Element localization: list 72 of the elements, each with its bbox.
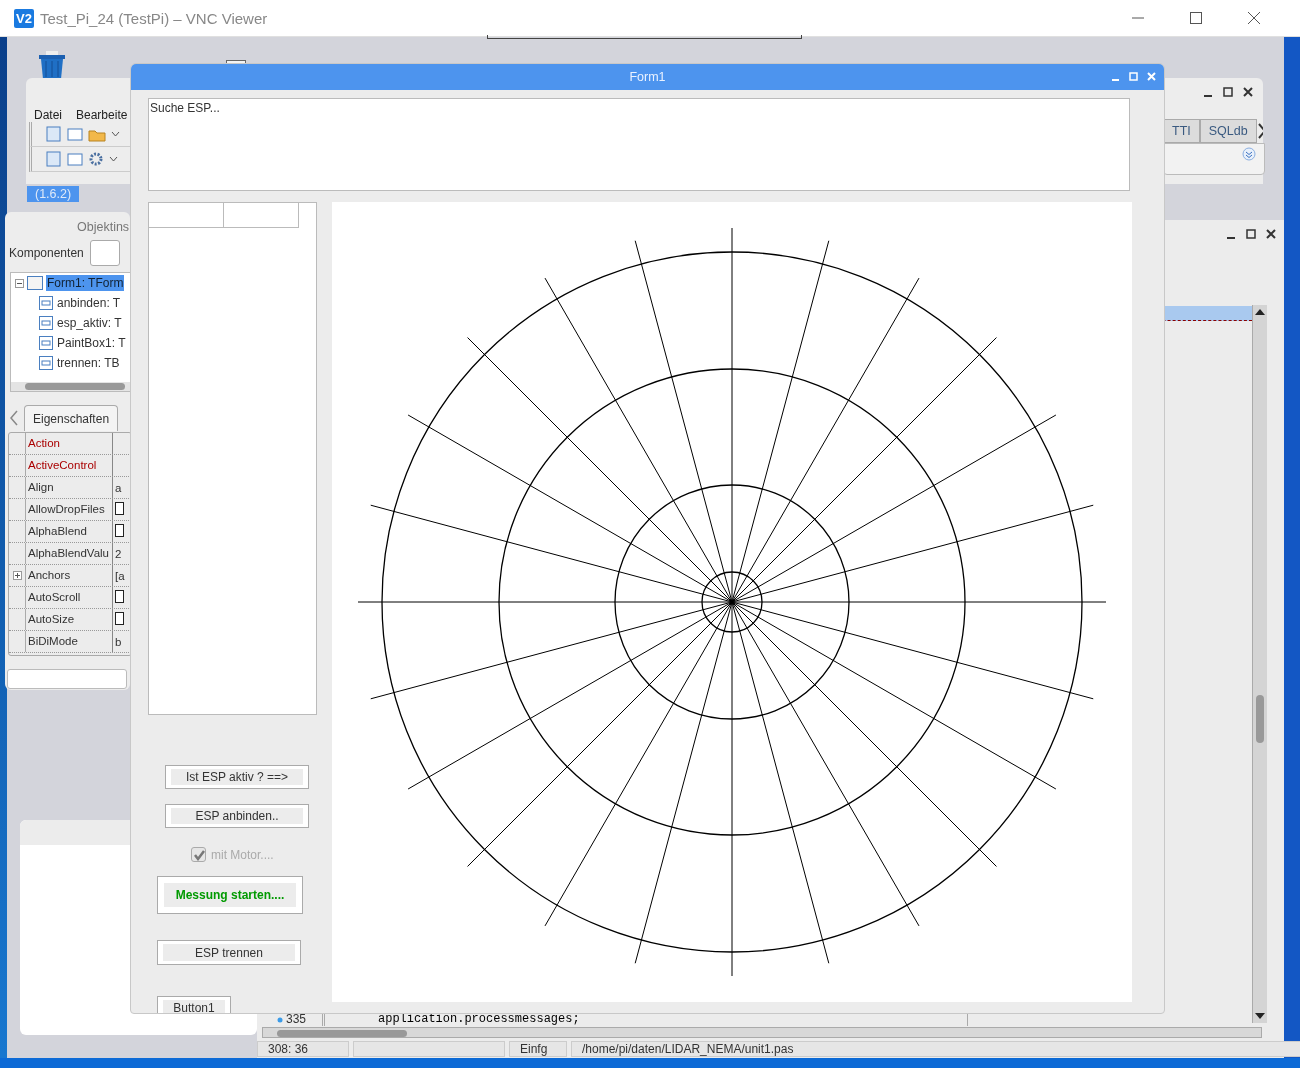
property-name: AutoScroll (26, 587, 113, 608)
property-name: Action (26, 433, 113, 454)
button-component-icon (39, 336, 53, 350)
close-icon[interactable] (1248, 12, 1260, 24)
expand-icon[interactable] (12, 571, 22, 580)
form-icon (27, 276, 43, 290)
close-icon[interactable] (1266, 229, 1276, 239)
file-icon[interactable] (226, 60, 246, 63)
property-name: Anchors (26, 565, 113, 586)
status-field: /home/pi/daten/LIDAR_NEMA/unit1.pas (571, 1041, 1300, 1057)
scroll-down-icon[interactable] (1255, 1013, 1265, 1019)
gear-icon[interactable] (88, 151, 104, 167)
scrollbar[interactable] (1252, 305, 1267, 1023)
text-field[interactable] (7, 669, 127, 689)
breakpoint-dot-icon (277, 1016, 283, 1023)
caret-icon[interactable] (111, 131, 120, 137)
chevron-left-icon[interactable] (9, 410, 18, 426)
scrollbar[interactable] (11, 382, 130, 391)
maximize-icon[interactable] (1246, 229, 1256, 239)
status-field: 308: 36 (257, 1041, 349, 1057)
form-button[interactable]: Ist ESP aktiv ? ==> (165, 765, 309, 789)
menu-item[interactable]: Bearbeite (76, 108, 128, 122)
code-line: application.processmessages; (378, 1013, 580, 1026)
maximize-icon[interactable] (1223, 87, 1233, 97)
tree-item[interactable]: PaintBox1: T (56, 335, 127, 351)
palette-tab[interactable]: SQLdb (1199, 119, 1257, 143)
window-title: Test_Pi_24 (TestPi) – VNC Viewer (39, 9, 268, 27)
property-name: ActiveControl (26, 455, 113, 476)
property-name: AlphaBlend (26, 521, 113, 542)
property-value[interactable]: b (115, 635, 122, 648)
window-title: Objektins (77, 220, 130, 234)
property-value[interactable]: 2 (115, 547, 122, 560)
close-icon[interactable] (1243, 87, 1253, 97)
field-label: Komponenten (9, 246, 84, 260)
checkbox[interactable] (115, 524, 124, 537)
filter-field[interactable] (89, 240, 120, 266)
scroll-thumb[interactable] (1256, 695, 1264, 743)
properties-tab[interactable]: Eigenschaften (24, 405, 119, 431)
property-name: AutoSize (26, 609, 113, 630)
property-value[interactable]: [a (115, 569, 125, 582)
tree-item[interactable]: trennen: TB (56, 355, 121, 371)
app-logo: V2 (14, 8, 34, 28)
tree-item[interactable]: anbinden: T (56, 295, 122, 311)
trash-icon[interactable] (37, 51, 67, 79)
tree-item[interactable]: Form1: TForm (46, 275, 125, 291)
caret-icon[interactable] (109, 156, 118, 162)
button-component-icon (39, 316, 53, 330)
collapse-icon[interactable] (15, 278, 24, 288)
checkbox[interactable] (115, 502, 124, 515)
form-button[interactable]: ESP anbinden.. (165, 804, 309, 828)
button-component-icon (39, 296, 53, 310)
scrollbar[interactable] (262, 1027, 1262, 1038)
property-name: BiDiMode (26, 631, 113, 652)
palette-tab[interactable]: TTI (1163, 119, 1200, 143)
status-field: Einfg (509, 1041, 567, 1057)
property-name: Align (26, 477, 113, 498)
chevron-right-icon[interactable] (1256, 123, 1263, 139)
version-label: (1.6.2) (27, 186, 80, 202)
menu-item[interactable]: Datei (34, 108, 62, 122)
property-name: AlphaBlendValu (26, 543, 113, 564)
property-name: AllowDropFiles (26, 499, 113, 520)
form-button[interactable]: Button1 (157, 996, 231, 1013)
checkbox[interactable] (115, 590, 124, 603)
scroll-up-icon[interactable] (1255, 309, 1265, 315)
checkbox[interactable] (115, 612, 124, 625)
window-title: Form1 (629, 70, 666, 84)
maximize-icon[interactable] (1190, 12, 1202, 24)
property-value[interactable]: a (115, 481, 122, 494)
form-button[interactable]: ESP trennen (157, 940, 301, 965)
button-component-icon (39, 356, 53, 370)
memo-field[interactable]: Suche ESP... (148, 98, 1130, 191)
tree-item[interactable]: esp_aktiv: T (56, 315, 123, 331)
